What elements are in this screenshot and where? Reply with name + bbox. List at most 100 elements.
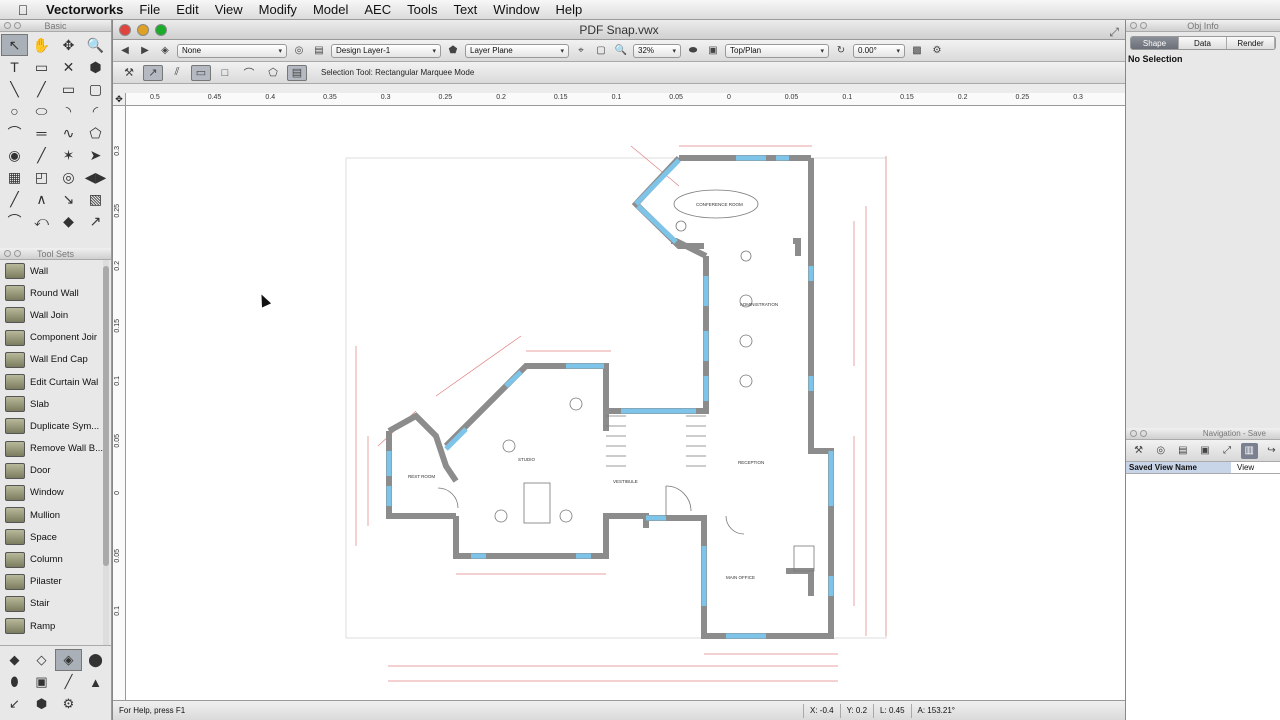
ruler-origin[interactable]: ✥ — [113, 93, 126, 106]
zoom-selection-icon[interactable]: ▢ — [593, 43, 609, 59]
class-dropdown[interactable]: None ▾ — [177, 43, 287, 58]
building-shell-set-icon[interactable]: ◇ — [28, 649, 55, 671]
landmark-set-icon[interactable]: ⬢ — [28, 693, 55, 715]
tool-list-scrollbar[interactable] — [103, 260, 109, 645]
tool-item-wall-end-cap[interactable]: Wall End Cap — [0, 349, 111, 371]
sheet-layers-icon[interactable]: ▤ — [1174, 443, 1191, 459]
oval-tool-icon[interactable]: ⬭ — [28, 100, 55, 122]
lasso-mode-icon[interactable]: ⌒ — [239, 65, 259, 81]
apple-menu-icon[interactable]:  — [14, 2, 32, 18]
single-object-mode-icon[interactable]: ↗ — [143, 64, 163, 81]
cubic-spline-tool-icon[interactable]: ◆ — [55, 210, 82, 232]
reshape-tool-icon[interactable]: ➤ — [82, 144, 109, 166]
layer-stack-icon[interactable]: ▤ — [311, 43, 327, 59]
close-icon[interactable] — [4, 22, 11, 29]
offset-tool-icon[interactable]: ◎ — [55, 166, 82, 188]
references-icon[interactable]: ↪ — [1263, 443, 1280, 459]
polygon-tool-icon[interactable]: ⬠ — [82, 122, 109, 144]
collapse-icon[interactable] — [1140, 430, 1147, 437]
menu-modify[interactable]: Modify — [251, 0, 305, 20]
selection-tool-icon[interactable]: ↖ — [1, 34, 28, 56]
viewports-icon[interactable]: ▣ — [1196, 443, 1213, 459]
machine-design-set-icon[interactable]: ╱ — [55, 671, 82, 693]
tab-data[interactable]: Data — [1179, 37, 1227, 49]
drawing-canvas[interactable]: CONFERENCE ROOM ADMINISTRATION STUDIO RE… — [126, 106, 1126, 700]
line-tool-icon[interactable]: ╲ — [1, 78, 28, 100]
wall-tool-icon[interactable]: ↗ — [82, 210, 109, 232]
split-tool-icon[interactable]: ◰ — [28, 166, 55, 188]
forward-icon[interactable]: ▶ — [137, 43, 153, 59]
collapse-icon[interactable] — [14, 250, 21, 257]
tool-item-ramp[interactable]: Ramp — [0, 615, 111, 637]
plane-icon[interactable]: ⬟ — [445, 43, 461, 59]
menu-file[interactable]: File — [131, 0, 168, 20]
tool-item-mullion[interactable]: Mullion — [0, 504, 111, 526]
fullscreen-icon[interactable]: ⤢ — [1109, 22, 1119, 42]
quarter-arc-tool-icon[interactable]: ◜ — [82, 100, 109, 122]
chamfer-tool-icon[interactable]: ∧ — [28, 188, 55, 210]
zoom-tool-icon[interactable]: 🔍 — [82, 34, 109, 56]
mirror-tool-icon[interactable]: ◀▶ — [82, 166, 109, 188]
zoom-icon[interactable]: 🔍 — [613, 43, 629, 59]
double-line-tool-icon[interactable]: ═ — [28, 122, 55, 144]
close-icon[interactable] — [1130, 430, 1137, 437]
tool-item-space[interactable]: Space — [0, 526, 111, 548]
polygon-marquee-mode-icon[interactable]: ⬠ — [263, 65, 283, 81]
tool-item-stair[interactable]: Stair — [0, 593, 111, 615]
tool-item-remove-wall-break[interactable]: Remove Wall B... — [0, 438, 111, 460]
interactive-scaling-icon[interactable]: ⚒ — [119, 65, 139, 81]
menu-help[interactable]: Help — [548, 0, 591, 20]
tool-item-duplicate-symbol[interactable]: Duplicate Sym... — [0, 415, 111, 437]
dimension-tool-icon[interactable]: ╱ — [28, 78, 55, 100]
site-planning-set-icon[interactable]: ⬤ — [82, 649, 109, 671]
minimize-window-button[interactable] — [137, 24, 149, 36]
menu-app[interactable]: Vectorworks — [38, 0, 131, 20]
view-dropdown[interactable]: Top/Plan ▾ — [725, 43, 829, 58]
tool-item-wall-join[interactable]: Wall Join — [0, 304, 111, 326]
menu-window[interactable]: Window — [485, 0, 547, 20]
attribute-mapping-tool-icon[interactable]: ✶ — [55, 144, 82, 166]
render-mode-icon[interactable]: ▣ — [705, 43, 721, 59]
circle-tool-icon[interactable]: ○ — [1, 100, 28, 122]
tool-item-component-join[interactable]: Component Joir — [0, 327, 111, 349]
layers-icon[interactable]: ◎ — [1152, 443, 1169, 459]
zoom-to-fit-icon[interactable]: ⌖ — [573, 43, 589, 59]
zoom-window-button[interactable] — [155, 24, 167, 36]
eyedropper-tool-icon[interactable]: ◉ — [1, 144, 28, 166]
menu-view[interactable]: View — [207, 0, 251, 20]
rotate-plan-icon[interactable]: ↻ — [833, 43, 849, 59]
tool-item-window[interactable]: Window — [0, 482, 111, 504]
3d-modeling-set-icon[interactable]: ↙ — [1, 693, 28, 715]
layer-options-icon[interactable]: ◎ — [291, 43, 307, 59]
clip-tool-icon[interactable]: ▧ — [82, 188, 109, 210]
column-view[interactable]: View — [1231, 462, 1254, 473]
menu-text[interactable]: Text — [445, 0, 485, 20]
class-options-icon[interactable]: ◈ — [157, 43, 173, 59]
menu-tools[interactable]: Tools — [399, 0, 445, 20]
tool-item-slab[interactable]: Slab — [0, 393, 111, 415]
rotation-field[interactable]: 0.00° ▾ — [853, 43, 905, 58]
saved-views-icon[interactable]: ▥ — [1240, 442, 1258, 459]
close-icon[interactable] — [1130, 22, 1137, 29]
horizontal-ruler[interactable]: 0.5 0.45 0.4 0.35 0.3 0.25 0.2 0.15 0.1 0.05 0 0.05… — [126, 93, 1126, 106]
walls-set-icon[interactable]: ▲ — [82, 671, 109, 693]
locus-tool-icon[interactable]: ✕ — [55, 56, 82, 78]
view-settings-icon[interactable]: ⚙ — [929, 43, 945, 59]
arc-tool-icon[interactable]: ◝ — [55, 100, 82, 122]
polyline-tool-icon[interactable]: ⌒ — [1, 122, 28, 144]
multiple-reshape-mode-icon[interactable]: ⫽ — [167, 65, 187, 81]
rounded-rect-tool-icon[interactable]: ▢ — [82, 78, 109, 100]
classes-icon[interactable]: ⚒ — [1130, 443, 1147, 459]
dims-notes-set-icon[interactable]: ◆ — [1, 649, 28, 671]
rectangle-tool-icon[interactable]: ▭ — [55, 78, 82, 100]
tool-item-edit-curtain-wall[interactable]: Edit Curtain Wal — [0, 371, 111, 393]
unified-view-icon[interactable]: ▩ — [909, 43, 925, 59]
detailing-set-icon[interactable]: ⬮ — [1, 671, 28, 693]
trim-tool-icon[interactable]: ╱ — [28, 144, 55, 166]
rectangle-mode-icon[interactable]: □ — [215, 65, 235, 81]
plane-dropdown[interactable]: Layer Plane ▾ — [465, 43, 569, 58]
freehand-tool-icon[interactable]: ∿ — [55, 122, 82, 144]
back-icon[interactable]: ◀ — [117, 43, 133, 59]
menu-edit[interactable]: Edit — [168, 0, 206, 20]
fillet-tool-icon[interactable]: ╱ — [1, 188, 28, 210]
